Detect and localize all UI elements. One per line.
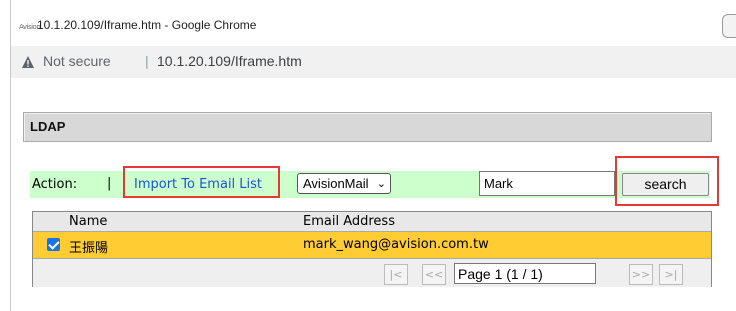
warning-icon (22, 56, 34, 68)
page-indicator[interactable]: Page 1 (1 / 1) (454, 263, 596, 284)
window-control-button[interactable] (722, 14, 736, 38)
action-separator: | (107, 176, 112, 191)
search-input[interactable] (479, 171, 615, 196)
url-text[interactable]: 10.1.20.109/Iframe.htm (157, 53, 302, 69)
results-grid: Name Email Address 王振陽 mark_wang@avision… (32, 211, 712, 287)
domain-select[interactable]: AvisionMail ⌄ (297, 173, 391, 194)
highlight-box-import (123, 166, 280, 198)
last-page-button[interactable]: >| (659, 264, 683, 285)
section-header: LDAP (23, 112, 712, 142)
row-checkbox[interactable] (47, 238, 60, 251)
previous-page-button[interactable]: << (422, 264, 446, 285)
domain-select-value: AvisionMail (303, 176, 369, 191)
column-header-name[interactable]: Name (69, 214, 107, 229)
next-page-button[interactable]: >> (629, 264, 653, 285)
address-separator: | (145, 53, 149, 69)
security-label[interactable]: Not secure (43, 53, 111, 69)
chevron-down-icon: ⌄ (376, 178, 386, 190)
first-page-button[interactable]: |< (384, 264, 408, 285)
column-header-email[interactable]: Email Address (303, 214, 395, 229)
grid-header: Name Email Address (33, 212, 711, 232)
section-title: LDAP (30, 119, 66, 134)
address-bar[interactable]: Not secure | 10.1.20.109/Iframe.htm (10, 46, 736, 78)
browser-titlebar: Avision 10.1.20.109/Iframe.htm - Google … (10, 0, 736, 46)
window-title: 10.1.20.109/Iframe.htm - Google Chrome (37, 18, 257, 32)
highlight-box-search (615, 156, 719, 206)
row-email: mark_wang@avision.com.tw (303, 237, 489, 252)
app-icon: Avision (19, 23, 41, 31)
pager: |< << Page 1 (1 / 1) >> >| (33, 258, 711, 287)
action-label: Action: (32, 177, 78, 192)
row-name: 王振陽 (69, 241, 109, 256)
table-row[interactable]: 王振陽 mark_wang@avision.com.tw (33, 232, 711, 258)
